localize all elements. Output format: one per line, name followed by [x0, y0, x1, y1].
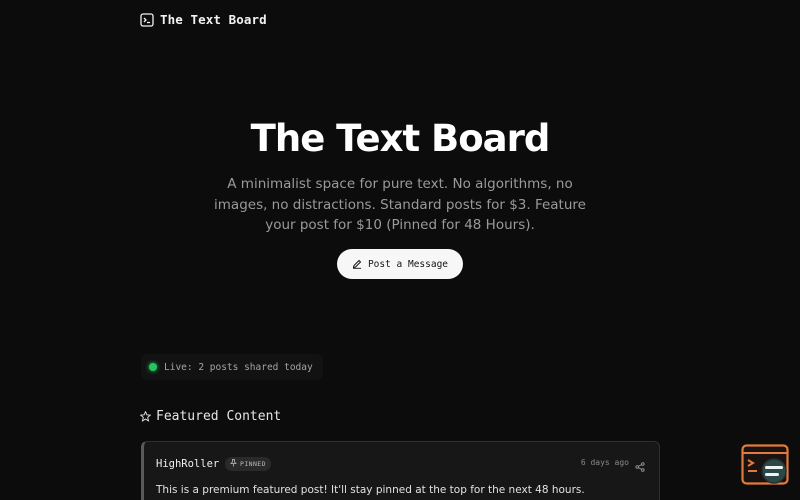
page: The Text Board The Text Board A minimali… — [0, 0, 800, 500]
live-status-text: Live: 2 posts shared today — [164, 361, 313, 373]
post-author[interactable]: HighRoller — [156, 458, 219, 470]
post-message-label: Post a Message — [367, 258, 449, 270]
pin-icon — [230, 459, 237, 469]
post-card[interactable]: HighRoller PINNED 6 days ago This is a p… — [141, 441, 660, 500]
post-timestamp: 6 days ago — [580, 458, 629, 467]
featured-heading-text: Featured Content — [156, 409, 282, 424]
terminal-icon — [140, 12, 154, 27]
live-status-badge: Live: 2 posts shared today — [141, 354, 323, 380]
share-icon[interactable] — [635, 457, 645, 476]
brand-name[interactable]: The Text Board — [160, 12, 267, 27]
hero-title: The Text Board — [250, 117, 551, 160]
pencil-icon — [352, 259, 362, 269]
pinned-badge-label: PINNED — [240, 460, 266, 468]
hero-description: A minimalist space for pure text. No alg… — [214, 176, 586, 233]
featured-heading: Featured Content — [140, 409, 281, 424]
post-message-button[interactable]: Post a Message — [337, 249, 463, 279]
star-icon — [140, 411, 151, 422]
pinned-badge: PINNED — [225, 457, 271, 471]
site-header[interactable]: The Text Board — [140, 12, 267, 27]
live-indicator-dot — [149, 363, 157, 371]
terminal-chat-icon[interactable] — [741, 444, 791, 488]
post-body: This is a premium featured post! It'll s… — [156, 484, 585, 496]
